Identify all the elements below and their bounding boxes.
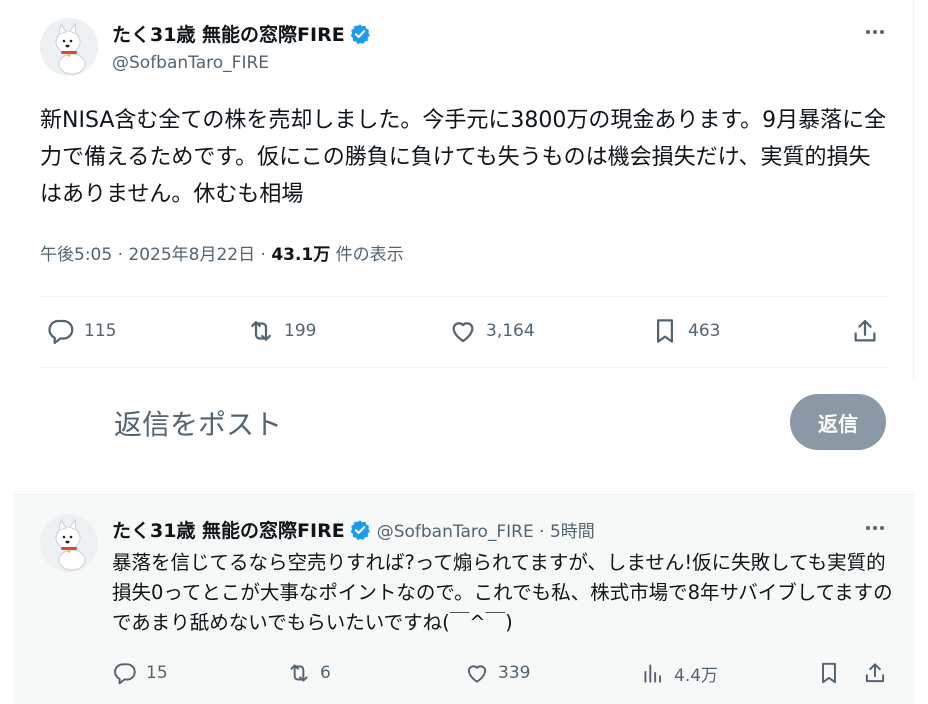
divider: [40, 296, 890, 297]
reply-retweet-button[interactable]: 6: [286, 660, 331, 686]
verified-badge-icon: [350, 519, 370, 540]
retweet-action-button[interactable]: 199: [246, 316, 316, 346]
more-options-button[interactable]: [861, 22, 889, 42]
reply-more-options-button[interactable]: [861, 518, 889, 538]
reply-reply-count: 15: [146, 663, 168, 683]
author-name-row: たく31歳 無能の窓際FIRE: [112, 20, 371, 47]
dog-avatar-icon: [40, 514, 98, 572]
retweet-count: 199: [284, 321, 317, 341]
reply-share-button[interactable]: [862, 660, 896, 686]
more-horizontal-icon: [866, 30, 870, 34]
reply-author-row: たく31歳 無能の窓際FIRE @SofbanTaro_FIRE · 5時間: [112, 516, 595, 543]
post-text: 新NISA含む全ての株を売却しました。今手元に3800万の現金あります。9月暴落…: [40, 108, 887, 207]
bar-chart-icon: [644, 664, 662, 683]
reply-action-button[interactable]: 115: [46, 316, 116, 346]
reply-bookmark-button[interactable]: [816, 660, 850, 686]
reply-submit-button[interactable]: 返信: [790, 394, 886, 450]
reply-like-button[interactable]: 339: [464, 660, 530, 686]
bookmark-action-button[interactable]: 463: [650, 316, 720, 346]
reply-avatar[interactable]: [40, 514, 98, 572]
like-action-button[interactable]: 3,164: [448, 316, 535, 346]
bookmark-icon: [822, 662, 836, 684]
share-icon: [854, 319, 876, 342]
share-action-button[interactable]: [850, 316, 888, 346]
post-metadata: 午後5:05 · 2025年8月22日 · 43.1万 件の表示: [40, 240, 404, 265]
retweet-icon: [290, 664, 308, 682]
main-post: たく31歳 無能の窓際FIRE @SofbanTaro_FIRE 新NISA含む…: [0, 0, 914, 380]
reply-retweet-count: 6: [320, 663, 331, 683]
retweet-icon: [251, 321, 271, 341]
share-icon: [865, 663, 885, 683]
comment-icon: [114, 663, 136, 685]
reply-handle-time[interactable]: @SofbanTaro_FIRE · 5時間: [377, 517, 595, 542]
reply-text: 暴落を信じてるなら空売りすれば?って煽られてますが、しません!仮に失敗しても実質…: [112, 551, 893, 634]
reply-count: 115: [84, 321, 117, 341]
reply-like-count: 339: [498, 663, 531, 683]
more-horizontal-icon: [866, 526, 870, 530]
divider: [40, 367, 890, 368]
avatar[interactable]: [40, 18, 98, 76]
bookmark-icon: [657, 319, 673, 343]
heart-icon: [467, 665, 487, 683]
reply-views-count: 4.4万: [674, 665, 719, 686]
reply-views-button[interactable]: 4.4万: [640, 660, 718, 686]
reply-input[interactable]: 返信をポスト: [114, 403, 282, 443]
views-suffix: 件の表示: [330, 245, 404, 265]
heart-icon: [452, 322, 474, 343]
reply-reply-button[interactable]: 15: [112, 660, 168, 686]
verified-badge-icon: [350, 23, 370, 44]
dog-avatar-icon: [40, 18, 98, 76]
comment-icon: [48, 319, 74, 344]
like-count: 3,164: [486, 321, 535, 341]
author-handle[interactable]: @SofbanTaro_FIRE: [112, 53, 269, 73]
bookmark-count: 463: [688, 321, 721, 341]
views-count: 43.1万: [271, 245, 331, 265]
post-timestamp[interactable]: 午後5:05 · 2025年8月22日 ·: [40, 245, 271, 265]
reply-author-display-name[interactable]: たく31歳 無能の窓際FIRE: [112, 516, 345, 543]
author-display-name[interactable]: たく31歳 無能の窓際FIRE: [112, 20, 345, 47]
